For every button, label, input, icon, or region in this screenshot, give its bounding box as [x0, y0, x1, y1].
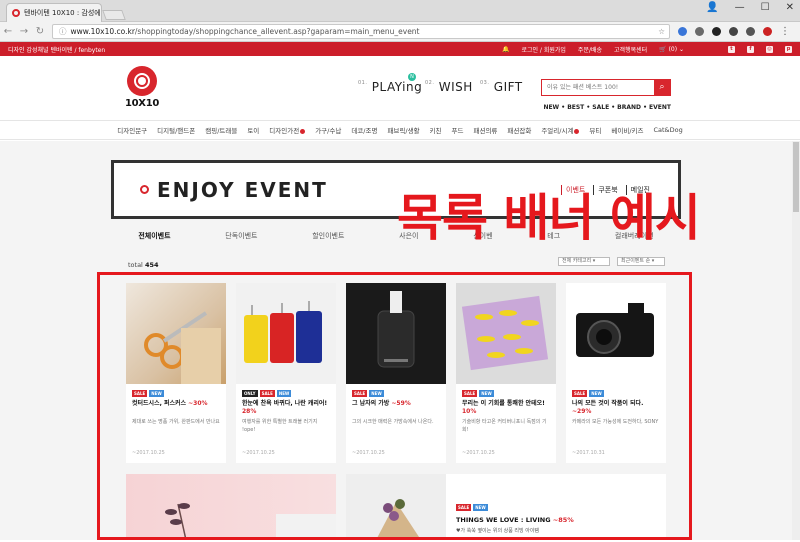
address-bar[interactable]: ⓘ www.10x10.co.kr /shoppingtoday/shoppin…	[52, 24, 670, 39]
extension-icon[interactable]	[695, 27, 704, 36]
highlight-frame	[97, 272, 692, 540]
close-window-icon[interactable]: ✕	[786, 2, 794, 13]
select-value: 최근이벤트 순	[621, 258, 651, 264]
pick-playing[interactable]: 01. PLAYing	[358, 80, 422, 94]
pick-label: GIFT	[493, 80, 523, 94]
facebook-icon[interactable]: f	[747, 45, 754, 53]
category-item[interactable]: 디자인문구	[117, 125, 147, 135]
menu-icon[interactable]: ⋮	[780, 26, 790, 37]
category-item[interactable]: 패션의류	[473, 125, 497, 135]
minimize-icon[interactable]: —	[735, 2, 745, 13]
new-badge: N	[408, 73, 416, 81]
pick-gift[interactable]: 03. GIFT	[480, 80, 523, 94]
total-value: 454	[144, 261, 159, 269]
total-count: total 454	[128, 261, 159, 269]
twitter-icon[interactable]: t	[728, 45, 735, 53]
category-item[interactable]: 가구/수납	[315, 125, 341, 135]
logo-text: 10X10	[124, 98, 160, 109]
browser-toolbar: ← → ↻ ⓘ www.10x10.co.kr /shoppingtoday/s…	[0, 22, 800, 42]
category-item[interactable]: 토이	[247, 125, 259, 135]
back-icon[interactable]: ←	[0, 26, 16, 37]
tab-all-events[interactable]: 전체이벤트	[138, 231, 170, 241]
category-item[interactable]: 키친	[430, 125, 442, 135]
category-item[interactable]: 뷰티	[589, 125, 601, 135]
category-label: 디자인가전	[269, 127, 300, 135]
category-item[interactable]: 패브릭/생활	[387, 125, 419, 135]
pick-num: 01.	[358, 80, 368, 86]
site-tagline: 디자인 감성채널 텐바이텐 / fenbyten	[8, 46, 106, 54]
category-item[interactable]: 베이비/키즈	[611, 125, 643, 135]
category-item[interactable]: 디지털/핸드폰	[157, 125, 195, 135]
favicon-icon	[12, 9, 20, 17]
extension-icon[interactable]	[678, 27, 687, 36]
cart-link[interactable]: 🛒 (0) ⌄	[659, 46, 684, 53]
annotation-overlay-text: 목록 배너 예시	[397, 189, 701, 247]
quick-links[interactable]: NEW • BEST • SALE • BRAND • EVENT	[541, 104, 671, 111]
category-item[interactable]: 주얼리/시계	[541, 125, 580, 135]
pick-wish[interactable]: 02. WISH	[425, 80, 473, 94]
circle-icon	[140, 185, 149, 194]
sort-select[interactable]: 최근이벤트 순 ▾	[617, 257, 665, 266]
window-controls: 👤 — ☐ ✕	[706, 2, 794, 13]
tab-exclusive[interactable]: 단독이벤트	[225, 231, 257, 241]
category-item[interactable]: 푸드	[452, 125, 464, 135]
url-path: /shoppingtoday/shoppingchance_allevent.a…	[134, 27, 420, 36]
tab-discount[interactable]: 할인이벤트	[312, 231, 344, 241]
category-item[interactable]: 디자인가전	[269, 125, 306, 135]
pick-num: 03.	[480, 80, 490, 86]
url-domain: www.10x10.co.kr	[70, 27, 135, 36]
category-item[interactable]: 캠핑/트래블	[205, 125, 237, 135]
cart-count: (0)	[668, 45, 678, 53]
maximize-icon[interactable]: ☐	[761, 2, 770, 13]
new-dot-icon	[574, 128, 580, 134]
extension-icon[interactable]	[729, 27, 738, 36]
page-title: ENJOY EVENT	[157, 177, 328, 202]
search-box: ⌕	[541, 79, 671, 96]
order-link[interactable]: 주문/배송	[578, 45, 602, 54]
site-logo[interactable]: 10X10	[118, 66, 166, 114]
pick-label: PLAYing	[371, 80, 423, 94]
tab-title: 텐바이텐 10X10 : 감성에	[24, 9, 101, 17]
info-icon: ⓘ	[59, 27, 67, 36]
category-item[interactable]: Cat&Dog	[653, 126, 682, 134]
site-top-bar: 디자인 감성채널 텐바이텐 / fenbyten 🔔 로그인 / 회원가입 주문…	[0, 42, 800, 56]
star-icon[interactable]: ☆	[658, 27, 665, 36]
cart-icon: 🛒	[659, 45, 667, 53]
search-icon[interactable]: ⌕	[654, 80, 670, 95]
new-dot-icon	[300, 128, 306, 134]
category-filter-select[interactable]: 전체 카테고리 ▾	[558, 257, 610, 266]
category-item[interactable]: 패션잡화	[507, 125, 531, 135]
extension-icon[interactable]	[712, 27, 721, 36]
browser-tab[interactable]: 텐바이텐 10X10 : 감성에 ✕	[6, 3, 102, 22]
scrollbar-thumb[interactable]	[793, 142, 799, 212]
new-tab-button[interactable]	[102, 10, 126, 20]
pick-label: WISH	[438, 80, 473, 94]
login-link[interactable]: 로그인 / 회원가입	[521, 45, 565, 54]
reload-icon[interactable]: ↻	[32, 26, 48, 37]
category-label: 주얼리/시계	[541, 127, 574, 135]
category-item[interactable]: 데코/조명	[351, 125, 377, 135]
pdf-extension-icon[interactable]	[763, 27, 772, 36]
cs-link[interactable]: 고객행복센터	[614, 45, 647, 54]
search-input[interactable]	[542, 80, 654, 95]
logo-dot	[138, 77, 146, 85]
category-nav: 디자인문구 디지털/핸드폰 캠핑/트래블 토이 디자인가전 가구/수납 데코/조…	[0, 120, 800, 140]
pinterest-icon[interactable]: p	[785, 45, 792, 53]
bell-icon[interactable]: 🔔	[502, 46, 509, 53]
instagram-icon[interactable]: ◎	[766, 45, 773, 53]
pick-num: 02.	[425, 80, 435, 86]
total-label: total	[128, 261, 143, 269]
select-value: 전체 카테고리	[562, 258, 592, 264]
forward-icon[interactable]: →	[16, 26, 32, 37]
profile-icon[interactable]: 👤	[706, 2, 718, 13]
extension-icon[interactable]	[746, 27, 755, 36]
